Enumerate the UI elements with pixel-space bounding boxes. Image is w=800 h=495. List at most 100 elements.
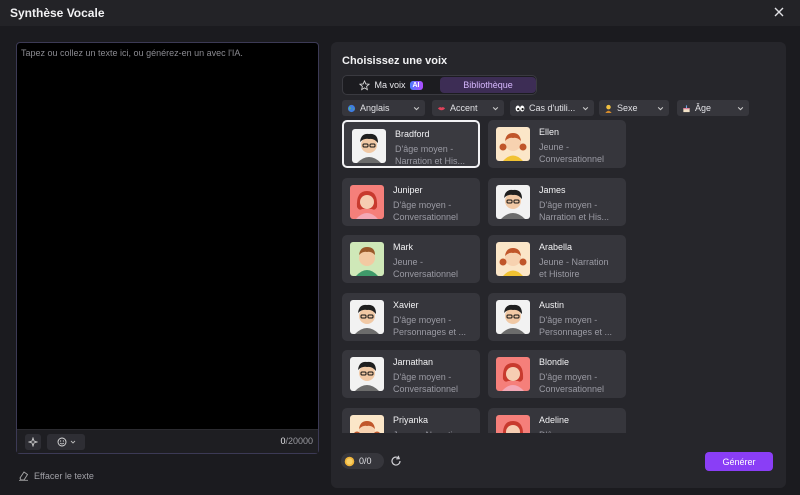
voice-description: Jeune - Conversationnel <box>393 256 475 280</box>
voice-description-line-2: Narration et His... <box>539 211 610 222</box>
clear-text-label: Effacer le texte <box>34 470 94 481</box>
generate-button[interactable]: Générer <box>705 452 773 471</box>
voice-description: D'âge moyen - Narration et His... <box>539 199 621 223</box>
voice-description-line-2: Conversationnel <box>539 154 605 164</box>
chevron-down-icon <box>657 106 664 110</box>
voice-description-line-2: Narration et His... <box>395 156 466 166</box>
voice-name: Bradford <box>395 129 430 139</box>
credits-badge: 0/0 <box>341 453 384 469</box>
voice-card-blondie[interactable]: Blondie D'âge moyen - Conversationnel <box>488 350 626 398</box>
man-glasses-avatar <box>496 299 530 334</box>
woman-red-hair-avatar <box>496 414 530 433</box>
voice-name: Jarnathan <box>393 357 434 367</box>
voice-card-james[interactable]: James D'âge moyen - Narration et His... <box>488 177 626 226</box>
voice-card-bradford[interactable]: Bradford D'âge moyen - Narration et His... <box>342 120 480 168</box>
star-icon <box>359 79 371 90</box>
voice-description-line-1: D'âge moyen - <box>395 144 454 154</box>
refresh-icon[interactable] <box>389 454 403 468</box>
language-filter-label: Anglais <box>360 103 390 113</box>
use-case-filter-label: Cas d'utili... <box>529 103 576 113</box>
voice-description-line-1: D'âge moyen - <box>539 429 621 434</box>
voice-name: Adeline <box>539 414 570 425</box>
language-filter[interactable]: Anglais <box>342 100 425 116</box>
clear-text-button[interactable]: Effacer le texte <box>18 470 94 481</box>
character-counter: 0/20000 <box>280 436 313 446</box>
close-icon[interactable] <box>772 5 786 19</box>
voice-description: Jeune - Narration et Histoire <box>539 256 621 280</box>
tab-library[interactable]: Bibliothèque <box>440 77 536 93</box>
voice-panel-title: Choisissez une voix <box>342 55 448 67</box>
voice-description-line-1: D'âge moyen - <box>393 199 452 210</box>
ai-badge: AI <box>409 80 423 90</box>
voice-description: D'âge moyen - Personnages et ... <box>539 314 621 338</box>
woman-red-hair-avatar <box>496 357 530 391</box>
voice-card-juniper[interactable]: Juniper D'âge moyen - Conversationnel <box>342 177 480 226</box>
window-title: Synthèse Vocale <box>10 6 105 20</box>
text-editor-panel: 0/20000 <box>16 42 319 454</box>
ai-generate-button[interactable] <box>25 434 41 450</box>
voice-card-austin[interactable]: Austin D'âge moyen - Personnages et ... <box>488 292 626 341</box>
man-glasses-avatar <box>350 299 384 334</box>
cake-icon <box>683 104 690 112</box>
age-filter-label: Âge <box>695 103 712 113</box>
voice-description: D'âge moyen - Conversationnel <box>393 199 475 223</box>
voice-name: Mark <box>393 242 413 252</box>
accent-filter[interactable]: Accent <box>432 100 504 116</box>
gender-filter[interactable]: Sexe <box>599 100 669 116</box>
chevron-down-icon <box>413 106 420 110</box>
age-filter[interactable]: Âge <box>677 100 749 116</box>
chevron-down-icon <box>582 106 589 110</box>
voice-name: Priyanka <box>393 414 429 425</box>
voice-description-line-1: Jeune - <box>393 257 424 267</box>
chevron-down-icon <box>492 106 499 110</box>
young-man-avatar <box>350 242 384 276</box>
voice-name: James <box>539 184 566 195</box>
editor-footer: 0/20000 <box>17 429 318 453</box>
voice-description-line-2: et Histoire <box>539 269 580 279</box>
voice-grid: Bradford D'âge moyen - Narration et His...… <box>342 120 642 433</box>
voice-name: Xavier <box>393 299 419 310</box>
person-icon <box>605 104 612 113</box>
voice-description: Jeune - Conversationnel <box>539 141 621 165</box>
voice-description-line-1: D'âge moyen - <box>539 314 598 325</box>
tab-library-label: Bibliothèque <box>463 80 513 90</box>
voice-description-line-2: Personnages et ... <box>539 326 613 337</box>
voice-card-adeline[interactable]: Adeline D'âge moyen - <box>488 407 626 434</box>
voice-description-line-1: Jeune - <box>539 142 570 152</box>
man-glasses-avatar <box>350 357 384 391</box>
text-input[interactable] <box>17 43 318 429</box>
voice-name: Juniper <box>393 184 423 195</box>
accent-filter-label: Accent <box>450 103 478 113</box>
voice-description: D'âge moyen - Conversationnel <box>539 371 621 395</box>
use-case-filter[interactable]: Cas d'utili... <box>510 100 594 116</box>
voice-card-mark[interactable]: Mark Jeune - Conversationnel <box>342 235 480 283</box>
globe-icon <box>347 104 356 112</box>
voice-description-line-2: Conversationnel <box>539 384 605 394</box>
voice-description-line-2: Conversationnel <box>393 211 459 222</box>
voice-card-arabella[interactable]: Arabella Jeune - Narration et Histoire <box>488 235 626 283</box>
voice-card-priyanka[interactable]: Priyanka Jeune - Narration <box>342 407 480 434</box>
tab-my-voice[interactable]: Ma voix AI <box>345 77 437 93</box>
man-glasses-avatar <box>352 129 386 163</box>
voice-card-ellen[interactable]: Ellen Jeune - Conversationnel <box>488 120 626 168</box>
voice-description-line-1: D'âge moyen - <box>539 372 598 382</box>
voice-description-line-2: Conversationnel <box>393 269 459 279</box>
voice-description: Jeune - Narration <box>393 429 475 434</box>
voice-description-line-2: Personnages et ... <box>393 326 467 337</box>
eyes-icon <box>515 105 525 111</box>
credits-value: 0/0 <box>359 456 372 466</box>
voice-name: Austin <box>539 299 565 310</box>
coin-icon <box>344 456 355 466</box>
voice-card-xavier[interactable]: Xavier D'âge moyen - Personnages et ... <box>342 292 480 341</box>
voice-name: Arabella <box>539 242 573 252</box>
voice-description-line-1: D'âge moyen - <box>393 372 452 382</box>
voice-name: Ellen <box>539 127 560 137</box>
emotion-button[interactable] <box>47 434 85 450</box>
girl-pigtails-avatar <box>496 127 530 161</box>
voice-description-line-1: Jeune - Narration <box>539 257 609 267</box>
voice-card-jarnathan[interactable]: Jarnathan D'âge moyen - Conversationnel <box>342 350 480 398</box>
tab-my-voice-label: Ma voix <box>374 80 406 90</box>
eraser-icon <box>19 471 29 481</box>
voice-description-line-2: Conversationnel <box>393 384 459 394</box>
chevron-down-icon <box>70 440 75 444</box>
